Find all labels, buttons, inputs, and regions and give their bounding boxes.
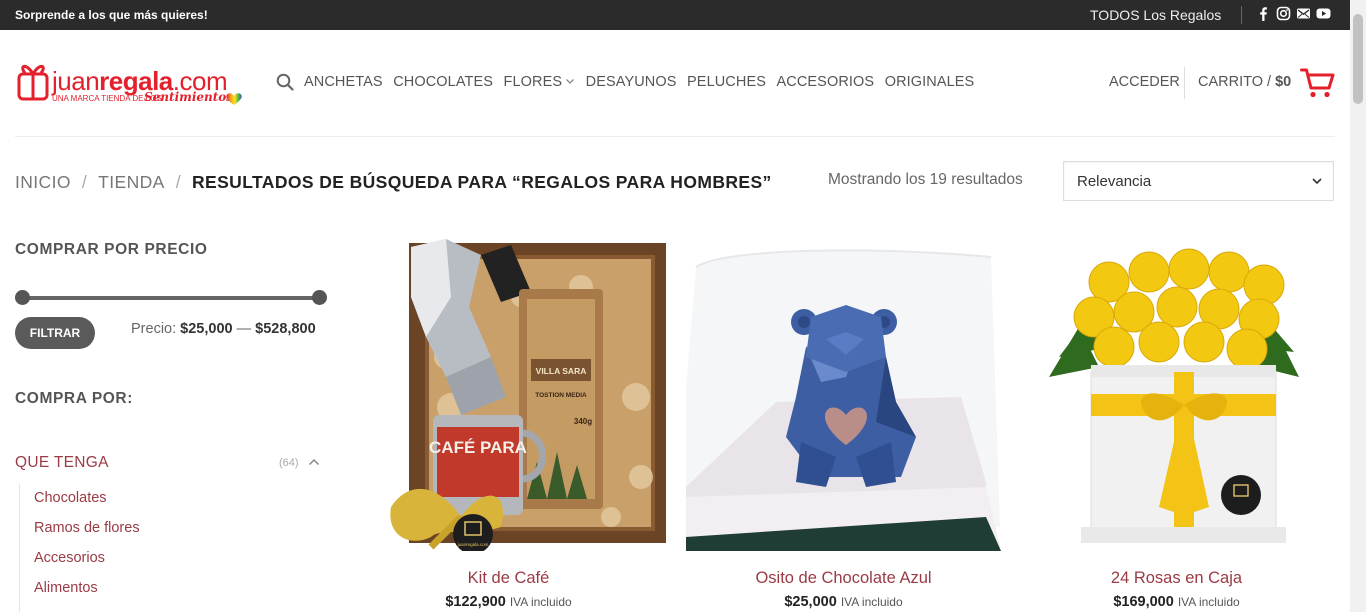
nav-item-originales[interactable]: ORIGINALES [885,74,975,90]
price-max: $528,800 [255,321,316,337]
brand-script: Sentimientos [144,90,234,104]
login-link[interactable]: ACCEDER [1109,74,1180,90]
youtube-icon[interactable] [1316,6,1331,21]
product-price: $25,000 IVA incluido [686,594,1001,610]
product-price: $122,900 IVA incluido [351,594,666,610]
page-scrollbar[interactable] [1350,0,1366,612]
category-tree-line [19,484,20,612]
sort-select-value: Relevancia [1077,173,1152,190]
breadcrumb-separator: / [81,172,88,192]
coffee-roast-text: TOSTION MEDIA [535,392,587,399]
breadcrumb-home[interactable]: INICIO [15,172,71,192]
facebook-icon[interactable] [1256,6,1271,21]
header-divider-line [15,136,1335,137]
category-item-chocolates[interactable]: Chocolates [34,490,107,506]
sort-select[interactable]: Relevancia [1063,161,1334,201]
product-name[interactable]: Kit de Café [351,569,666,588]
nav-item-peluches[interactable]: PELUCHES [687,74,766,90]
category-filter-title: COMPRA POR: [15,390,133,407]
site-logo[interactable]: juanregala.com UNA MARCA TIENDA DE LOS S… [16,58,248,110]
chevron-up-icon[interactable] [308,457,320,467]
nav-item-desayunos[interactable]: DESAYUNOS [586,74,677,90]
search-icon[interactable] [276,73,294,91]
category-item-accesorios[interactable]: Accesorios [34,550,105,566]
mail-icon[interactable] [1296,6,1311,21]
coffee-weight-text: 340g [574,417,592,426]
cart-label: CARRITO [1198,74,1263,90]
price-prefix: Precio: [131,321,177,337]
price-slider-max-handle[interactable] [312,290,327,305]
main-nav: ANCHETAS CHOCOLATES FLORES DESAYUNOS PEL… [304,74,985,90]
price-amount: $122,900 [445,594,506,610]
nav-item-accesorios[interactable]: ACCESORIOS [777,74,875,90]
chevron-down-icon [566,79,575,84]
scrollbar-thumb[interactable] [1353,14,1363,104]
seal-text: juanregala.com [457,542,489,547]
coffee-brand-text: VILLA SARA [536,366,587,376]
header-divider [1184,67,1185,99]
rainbow-heart-icon [226,93,242,105]
result-count: Mostrando los 19 resultados [828,171,1023,188]
instagram-icon[interactable] [1276,6,1291,21]
cart-total: $0 [1275,74,1292,90]
price-slider-track[interactable] [22,296,320,300]
filter-button[interactable]: FILTRAR [15,317,95,349]
product-price: $169,000 IVA incluido [1019,594,1334,610]
tax-note: IVA incluido [1177,595,1240,609]
price-filter-title: COMPRAR POR PRECIO [15,241,208,258]
price-amount: $25,000 [784,594,837,610]
nav-item-chocolates[interactable]: CHOCOLATES [393,74,493,90]
breadcrumb-current: RESULTADOS DE BÚSQUEDA PARA “REGALOS PAR… [191,172,772,192]
tax-note: IVA incluido [840,595,903,609]
price-slider-min-handle[interactable] [15,290,30,305]
cart-icon[interactable] [1300,67,1336,99]
price-range-label: Precio: $25,000 — $528,800 [131,321,316,337]
nav-item-flores-label: FLORES [503,74,563,90]
promo-text: Sorprende a los que más quieres! [15,8,208,22]
nav-item-flores[interactable]: FLORES [504,74,576,90]
breadcrumb-separator: / [175,172,181,192]
breadcrumb-shop[interactable]: TIENDA [98,172,165,192]
category-que-tenga[interactable]: QUE TENGA [15,454,109,472]
price-amount: $169,000 [1113,594,1174,610]
cart-link[interactable]: CARRITO / $0 [1198,74,1291,90]
nav-item-anchetas[interactable]: ANCHETAS [304,74,383,90]
product-image-coffee-kit[interactable]: VILLA SARA TOSTION MEDIA 340g CAFÉ PARA … [351,237,666,551]
price-min: $25,000 [180,321,233,337]
product-image-chocolate-bear[interactable] [686,237,1001,551]
breadcrumb: INICIO / TIENDA / RESULTADOS DE BÚSQUEDA PAR… [15,172,772,193]
product-name[interactable]: Osito de Chocolate Azul [686,569,1001,588]
mug-text: CAFÉ PARA [429,438,527,457]
category-count: (64) [279,457,299,469]
all-gifts-link[interactable]: TODOS Los Regalos [1090,7,1221,23]
category-item-alimentos[interactable]: Alimentos [34,580,98,596]
top-bar: Sorprende a los que más quieres! TODOS L… [0,0,1350,30]
product-name[interactable]: 24 Rosas en Caja [1019,569,1334,588]
tax-note: IVA incluido [509,595,572,609]
topbar-divider [1241,6,1242,24]
cart-separator: / [1267,74,1272,90]
price-dash: — [236,321,252,337]
chevron-down-icon [1312,178,1322,185]
product-image-roses-box[interactable] [1019,237,1334,551]
gift-logo-icon [17,64,49,101]
category-item-ramos[interactable]: Ramos de flores [34,520,140,536]
